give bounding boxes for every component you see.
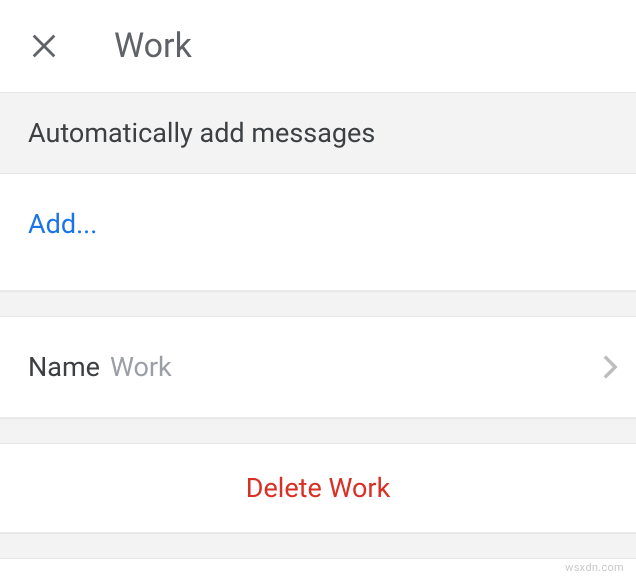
spacer bbox=[0, 291, 636, 317]
watermark: wsxdn.com bbox=[565, 561, 624, 574]
chevron-right-icon bbox=[602, 354, 618, 380]
app-header: Work bbox=[0, 0, 636, 92]
spacer bbox=[0, 533, 636, 559]
name-label: Name bbox=[28, 351, 100, 383]
close-button[interactable] bbox=[18, 20, 70, 72]
spacer bbox=[0, 418, 636, 444]
add-button[interactable]: Add... bbox=[0, 174, 636, 291]
section-auto-add: Automatically add messages bbox=[0, 92, 636, 174]
page-title: Work bbox=[114, 26, 192, 66]
delete-button[interactable]: Delete Work bbox=[0, 444, 636, 533]
name-value: Work bbox=[110, 351, 602, 383]
close-icon bbox=[30, 32, 58, 60]
name-row[interactable]: Name Work bbox=[0, 317, 636, 418]
